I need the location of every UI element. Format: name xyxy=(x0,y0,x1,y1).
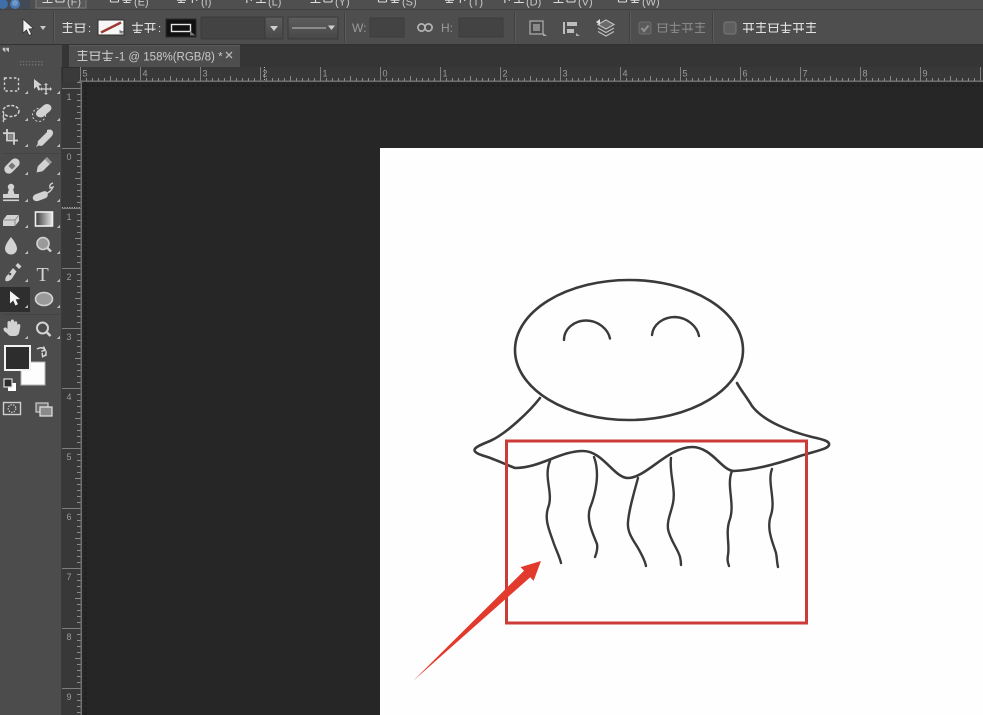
svg-text:7: 7 xyxy=(67,572,72,582)
svg-text:7: 7 xyxy=(803,69,808,79)
svg-text:2: 2 xyxy=(503,69,508,79)
svg-text:5: 5 xyxy=(83,69,88,79)
svg-text:4: 4 xyxy=(143,69,148,79)
svg-text::: : xyxy=(158,23,161,35)
svg-text:(E): (E) xyxy=(134,0,149,9)
svg-text:1: 1 xyxy=(323,69,328,79)
svg-text:3: 3 xyxy=(563,69,568,79)
svg-text:(W): (W) xyxy=(642,0,660,9)
svg-text:4: 4 xyxy=(67,392,72,402)
svg-text:6: 6 xyxy=(743,69,748,79)
svg-text:2: 2 xyxy=(67,272,72,282)
svg-text:(Y): (Y) xyxy=(335,0,350,9)
svg-text:3: 3 xyxy=(67,332,72,342)
svg-text:5: 5 xyxy=(683,69,688,79)
svg-text:5: 5 xyxy=(67,452,72,462)
svg-text:T: T xyxy=(37,264,49,286)
svg-text:(D): (D) xyxy=(526,0,541,9)
svg-text:(F): (F) xyxy=(67,0,81,9)
svg-text:1: 1 xyxy=(443,69,448,79)
svg-text:8: 8 xyxy=(863,69,868,79)
svg-text:(L): (L) xyxy=(268,0,281,9)
svg-text:4: 4 xyxy=(623,69,628,79)
svg-text:H:: H: xyxy=(441,21,453,35)
svg-text:0: 0 xyxy=(67,152,72,162)
svg-text:2: 2 xyxy=(263,69,268,79)
svg-text:3: 3 xyxy=(203,69,208,79)
svg-text:1: 1 xyxy=(67,212,72,222)
svg-text:9: 9 xyxy=(923,69,928,79)
svg-text:-1 @ 158%(RGB/8) *: -1 @ 158%(RGB/8) * xyxy=(115,52,223,64)
svg-text:1: 1 xyxy=(67,92,72,102)
svg-text:W:: W: xyxy=(352,21,366,35)
svg-text:6: 6 xyxy=(67,512,72,522)
svg-text::: : xyxy=(88,23,91,35)
svg-text:9: 9 xyxy=(67,692,72,702)
svg-text:0: 0 xyxy=(383,69,388,79)
svg-text:(V): (V) xyxy=(578,0,593,9)
svg-text:(T): (T) xyxy=(469,0,483,9)
svg-text:(S): (S) xyxy=(402,0,417,9)
svg-text:(I): (I) xyxy=(201,0,211,9)
svg-text:8: 8 xyxy=(67,632,72,642)
